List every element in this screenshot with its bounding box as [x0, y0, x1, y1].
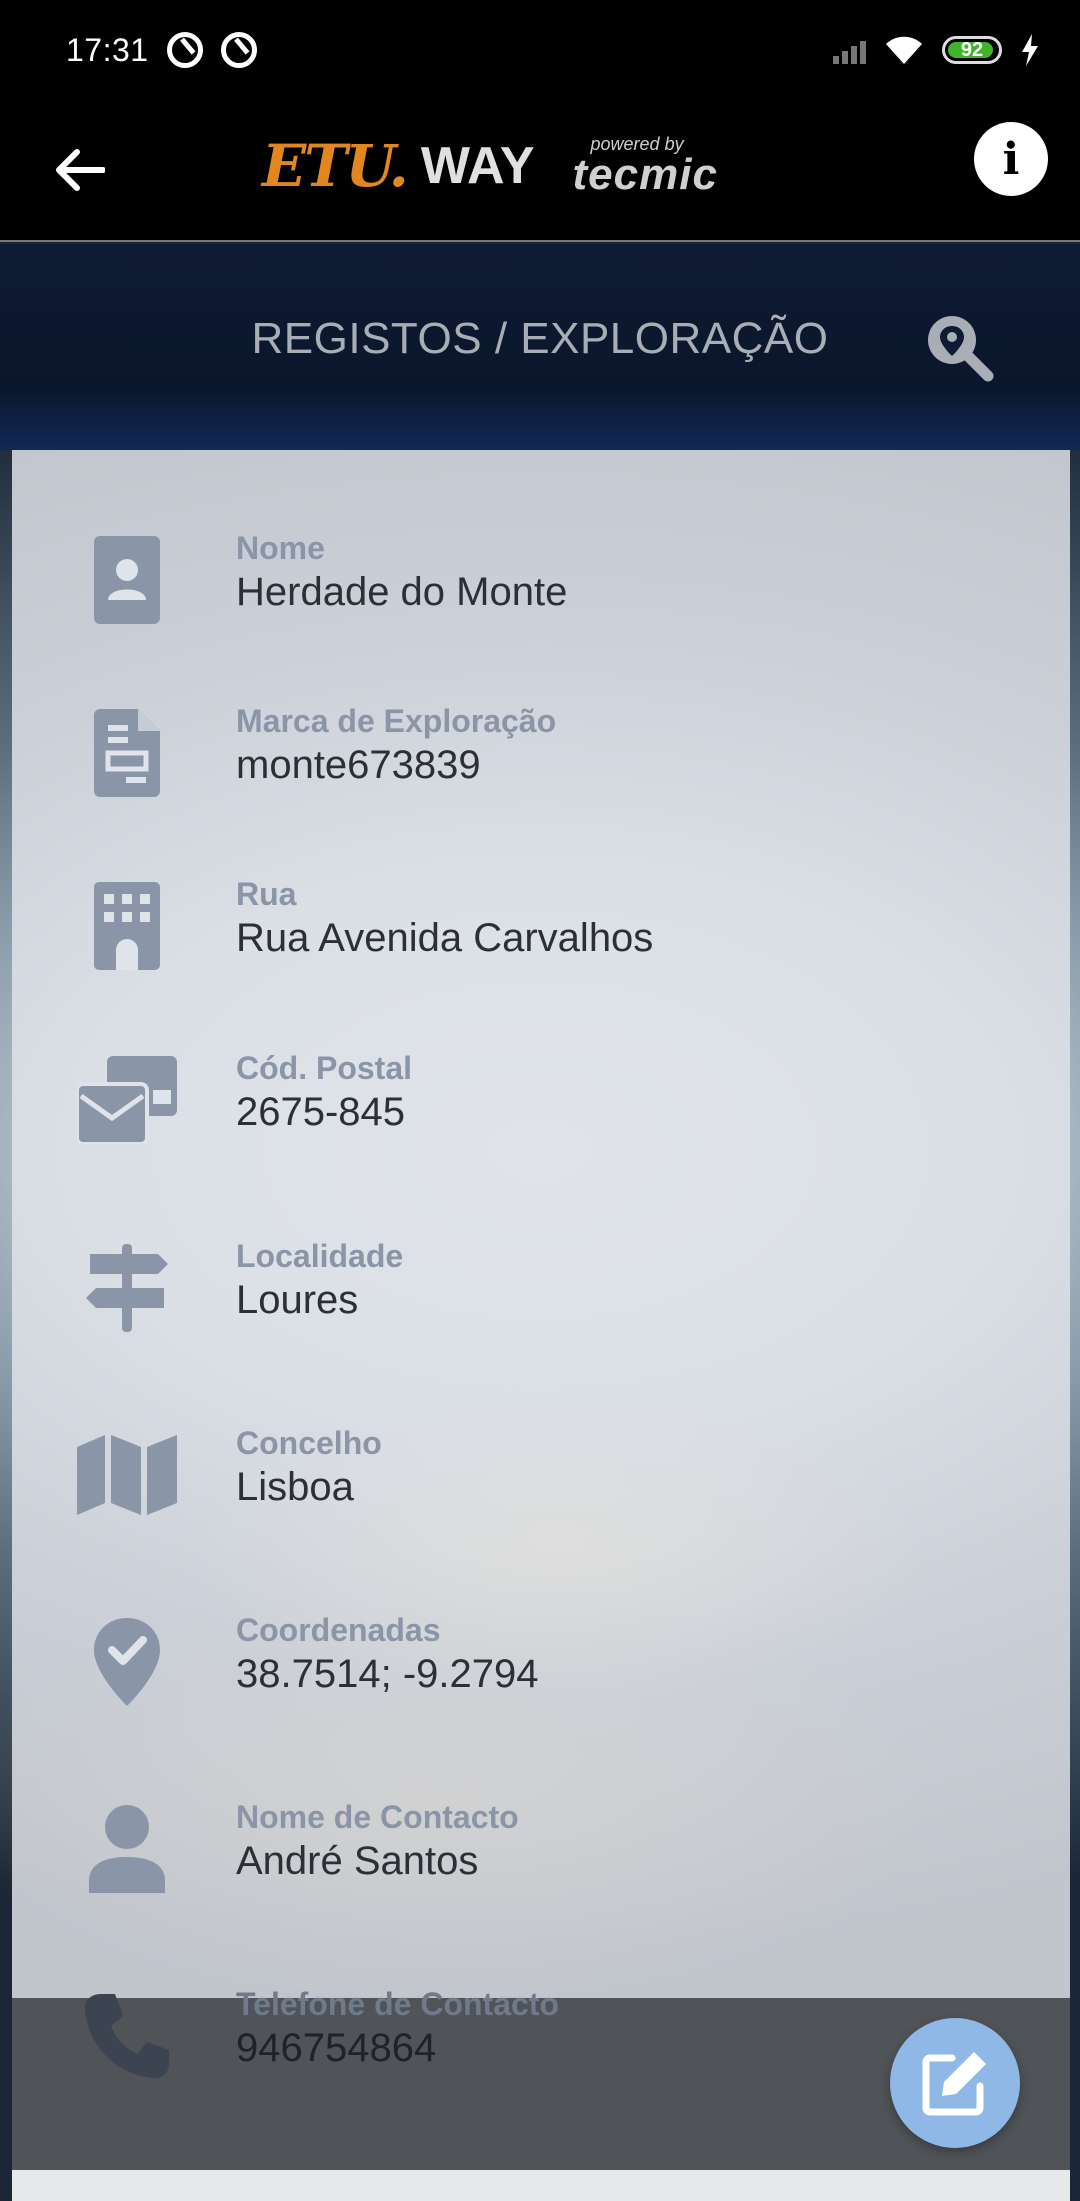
field-cod-postal: Cód. Postal 2675-845	[12, 1050, 1070, 1190]
field-label: Cód. Postal	[236, 1050, 413, 1086]
user-icon	[67, 1799, 187, 1899]
location-check-icon	[67, 1612, 187, 1712]
tecmic-brand: tecmic	[572, 150, 718, 199]
search-location-button[interactable]	[922, 310, 996, 384]
powered-by-logo: powered by tecmic	[573, 135, 718, 197]
field-label: Nome	[236, 530, 325, 566]
logo-etu: ETU.	[262, 132, 409, 200]
mail-bulk-icon	[67, 1050, 187, 1150]
field-value: 2675-845	[236, 1090, 406, 1134]
field-label: Rua	[236, 876, 297, 912]
page-title: REGISTOS / EXPLORAÇÃO	[251, 314, 829, 363]
signpost-icon	[67, 1238, 187, 1338]
field-localidade: Localidade Loures	[12, 1238, 1070, 1378]
info-icon: i	[1002, 133, 1020, 185]
field-label: Coordenadas	[236, 1612, 441, 1648]
title-bar: REGISTOS / EXPLORAÇÃO	[0, 244, 1080, 450]
field-nome: Nome Herdade do Monte	[12, 530, 1070, 670]
logo-way: WAY	[420, 137, 535, 195]
field-label: Telefone de Contacto	[236, 1986, 559, 2022]
arrow-left-icon	[56, 149, 105, 191]
bottom-strip	[12, 2170, 1070, 2201]
app-header: ETU. WAY powered by tecmic i	[0, 100, 1080, 242]
phone-icon	[67, 1986, 187, 2086]
field-value: 946754864	[236, 2026, 437, 2070]
field-coordenadas: Coordenadas 38.7514; -9.2794	[12, 1612, 1070, 1752]
field-label: Concelho	[236, 1425, 382, 1461]
field-value: 38.7514; -9.2794	[236, 1652, 539, 1696]
status-time: 17:31	[66, 31, 149, 68]
wifi-icon	[886, 36, 922, 64]
battery-level: 92	[960, 38, 984, 61]
field-value: monte673839	[236, 743, 481, 787]
details-card: Nome Herdade do Monte Marca de Exploraçã…	[12, 450, 1070, 2170]
field-marca-exploracao: Marca de Exploração monte673839	[12, 703, 1070, 843]
edit-button[interactable]	[890, 2018, 1020, 2148]
field-label: Nome de Contacto	[236, 1799, 519, 1835]
edit-icon	[922, 2052, 986, 2116]
field-value: Lisboa	[236, 1465, 354, 1509]
person-card-icon	[67, 530, 187, 630]
field-value: Herdade do Monte	[236, 570, 568, 614]
map-icon	[67, 1425, 187, 1525]
field-label: Localidade	[236, 1238, 404, 1274]
do-not-disturb-icon	[166, 32, 203, 68]
sync-icon	[220, 32, 257, 68]
search-location-icon	[928, 316, 994, 382]
document-icon	[67, 703, 187, 803]
battery-icon: 92	[942, 36, 1002, 64]
field-nome-contacto: Nome de Contacto André Santos	[12, 1799, 1070, 1939]
status-bar: 17:31 92	[0, 0, 1080, 100]
charging-icon	[1022, 34, 1038, 66]
info-button[interactable]: i	[974, 122, 1048, 196]
field-label: Marca de Exploração	[236, 703, 557, 739]
field-concelho: Concelho Lisboa	[12, 1425, 1070, 1565]
field-value: André Santos	[236, 1839, 479, 1883]
back-button[interactable]	[40, 130, 120, 210]
signal-icon	[833, 36, 866, 64]
field-rua: Rua Rua Avenida Carvalhos	[12, 876, 1070, 1016]
field-value: Rua Avenida Carvalhos	[236, 916, 654, 960]
building-icon	[67, 876, 187, 976]
field-value: Loures	[236, 1278, 359, 1322]
app-logo: ETU. WAY powered by tecmic	[262, 126, 718, 206]
